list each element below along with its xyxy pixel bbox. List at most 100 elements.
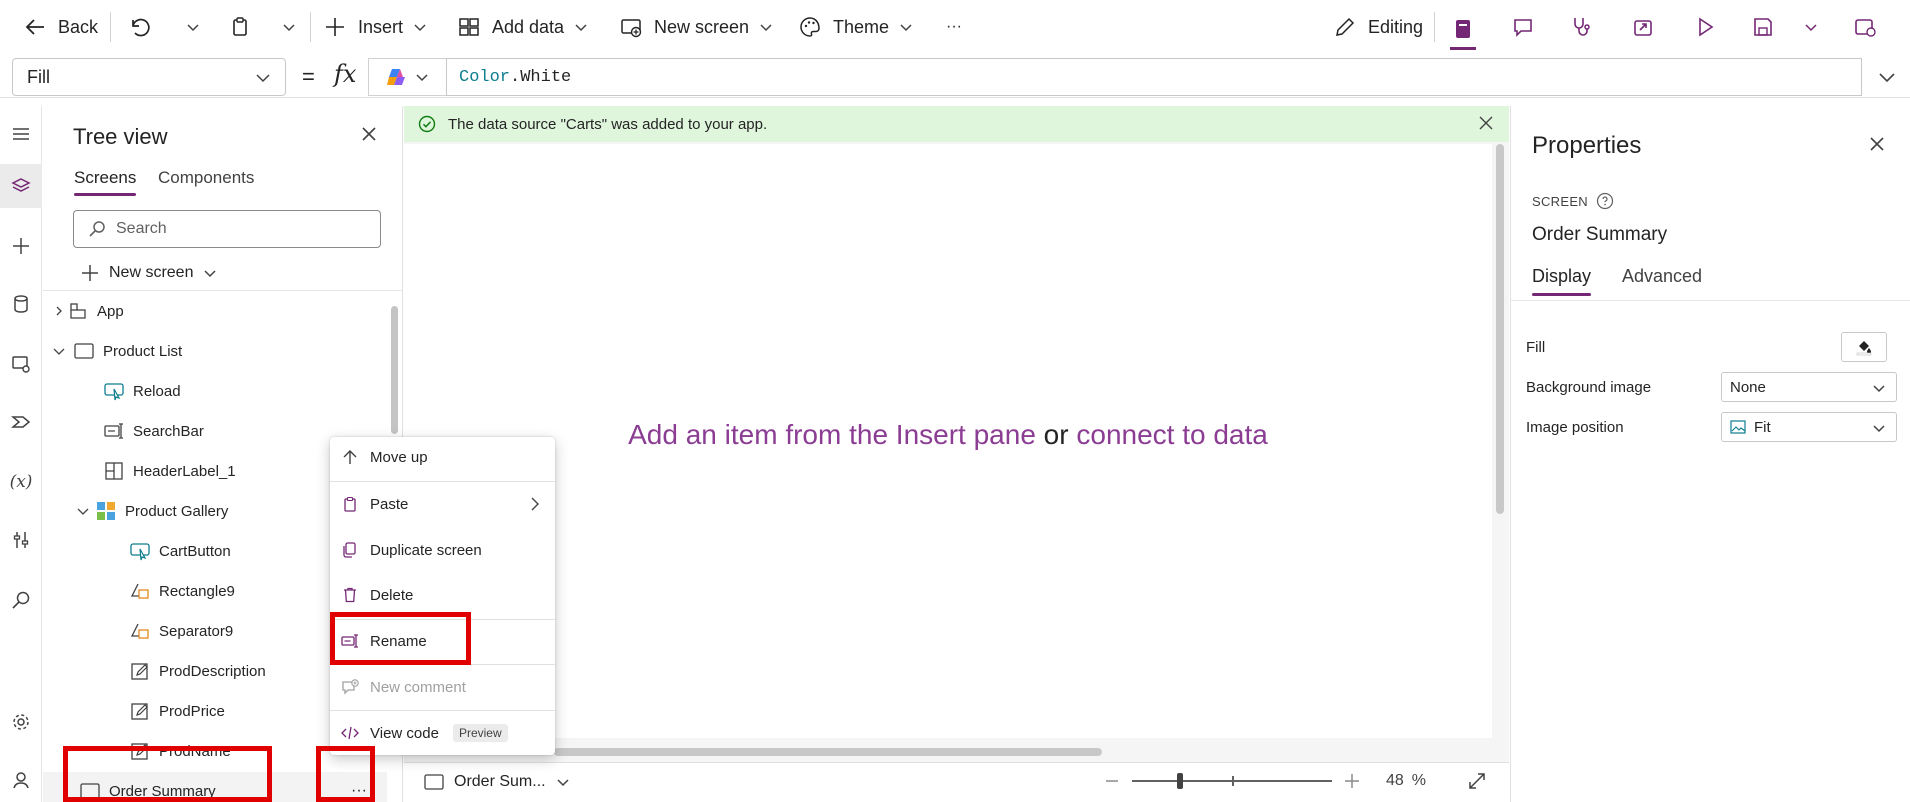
add-data-button[interactable]: Add data [456,10,588,44]
editing-button[interactable]: Editing [1332,10,1423,44]
media-icon [12,356,30,373]
formula-input[interactable]: Color .White [446,58,1862,96]
tree-view-title: Tree view [73,124,168,149]
zoom-slider[interactable] [1132,771,1332,791]
copilot-button[interactable] [368,58,446,96]
background-image-value: None [1730,378,1766,396]
undo-button[interactable] [126,10,152,44]
menu-item-delete[interactable]: Delete [330,575,555,615]
button-control-icon [129,540,151,562]
settings-button[interactable] [0,700,42,744]
help-icon[interactable] [1596,192,1614,210]
search-rail-button[interactable] [0,578,42,622]
background-image-select[interactable]: None [1721,372,1897,402]
image-position-select[interactable]: Fit [1721,412,1897,442]
play-icon [1692,14,1718,40]
comments-button[interactable] [1510,10,1536,44]
menu-item-move-up[interactable]: Move up [330,437,555,477]
save-button[interactable] [1750,10,1776,44]
tab-components[interactable]: Components [158,168,254,188]
fill-color-picker[interactable] [1841,332,1887,362]
zoom-slider-handle[interactable] [1177,773,1183,789]
tree-node-label: CartButton [159,542,231,560]
tab-screens[interactable]: Screens [74,168,137,196]
paste-button[interactable] [227,10,253,44]
menu-item-label: View code [370,724,439,742]
zoom-out-button[interactable] [1104,773,1120,789]
app-checker-active-button[interactable] [1450,10,1476,50]
dismiss-notification-button[interactable] [1479,116,1493,130]
image-icon [1730,420,1746,434]
more-button[interactable]: ··· [946,10,962,44]
hamburger-button[interactable] [0,112,42,156]
highlight-box-order-summary [63,746,272,802]
screen-picker-label: Order Sum... [454,773,546,790]
divider [110,12,111,42]
tree-node-label: Product Gallery [125,502,229,520]
tab-advanced[interactable]: Advanced [1622,266,1702,287]
tree-node-app[interactable]: App [43,296,388,326]
insert-button[interactable]: Insert [322,10,427,44]
chevron-down-icon [204,270,217,278]
plus-icon [322,14,348,40]
gallery-icon [95,500,117,522]
insert-pane-link[interactable]: Add an item from the Insert pane [628,419,1036,450]
agent-icon [13,772,29,789]
chevron-down-icon [255,70,271,86]
tree-search-input[interactable]: Search [73,210,381,248]
notebook-icon [1450,16,1476,42]
preview-play-button[interactable] [1692,10,1718,44]
close-properties-button[interactable] [1869,136,1885,152]
expand-formula-button[interactable] [1878,68,1896,86]
theme-button[interactable]: Theme [797,10,913,44]
app-screen-canvas[interactable]: Add an item from the Insert pane or conn… [404,144,1492,738]
property-selector[interactable]: Fill [12,58,286,96]
formula-type-token: Color [459,67,511,87]
publish-button[interactable] [1852,10,1878,44]
tree-node-label: ProdPrice [159,702,225,720]
undo-dropdown[interactable] [180,10,206,44]
tab-display[interactable]: Display [1532,266,1592,296]
plus-icon [1345,774,1359,788]
menu-item-duplicate-screen[interactable]: Duplicate screen [330,530,555,570]
hamburger-icon [13,128,29,140]
zoom-in-button[interactable] [1344,773,1360,789]
tree-node-product-list[interactable]: Product List [43,332,388,370]
advanced-tools-button[interactable] [0,518,42,562]
back-button[interactable]: Back [22,10,98,44]
plus-icon [13,238,29,254]
new-screen-button[interactable]: New screen [618,10,773,44]
connect-data-link[interactable]: connect to data [1076,419,1267,450]
arrow-left-icon [22,14,48,40]
tree-new-screen-button[interactable]: New screen [81,258,217,288]
health-check-button[interactable] [1568,10,1594,44]
save-dropdown[interactable] [1804,10,1818,44]
preview-badge: Preview [452,724,508,742]
canvas-horizontal-scrollbar[interactable] [554,748,1102,756]
palette-icon [797,14,823,40]
data-button[interactable] [0,282,42,326]
share-button[interactable] [1630,10,1656,44]
search-icon [89,221,105,237]
virtual-agent-button[interactable] [0,758,42,802]
chevron-down-icon [1872,381,1886,395]
close-tree-button[interactable] [361,126,377,142]
chevron-down-icon [180,14,206,40]
variables-button[interactable]: (x) [0,460,42,504]
screen-icon [424,774,444,790]
paste-dropdown[interactable] [276,10,302,44]
menu-item-paste[interactable]: Paste [330,484,555,524]
power-automate-button[interactable] [0,400,42,444]
insert-label: Insert [358,16,404,37]
tree-view-button[interactable] [0,164,42,208]
theme-label: Theme [833,16,890,37]
kind-label: SCREEN [1532,193,1588,209]
tree-node-reload[interactable]: Reload [43,372,388,410]
media-button[interactable] [0,342,42,386]
canvas-vertical-scrollbar[interactable] [1496,144,1504,514]
screen-picker[interactable]: Order Sum... [424,773,570,791]
insert-rail-button[interactable] [0,224,42,268]
fit-to-window-button[interactable] [1468,772,1486,790]
notification-bar: The data source "Carts" was added to you… [404,106,1509,142]
tree-scrollbar-thumb[interactable] [391,306,398,434]
